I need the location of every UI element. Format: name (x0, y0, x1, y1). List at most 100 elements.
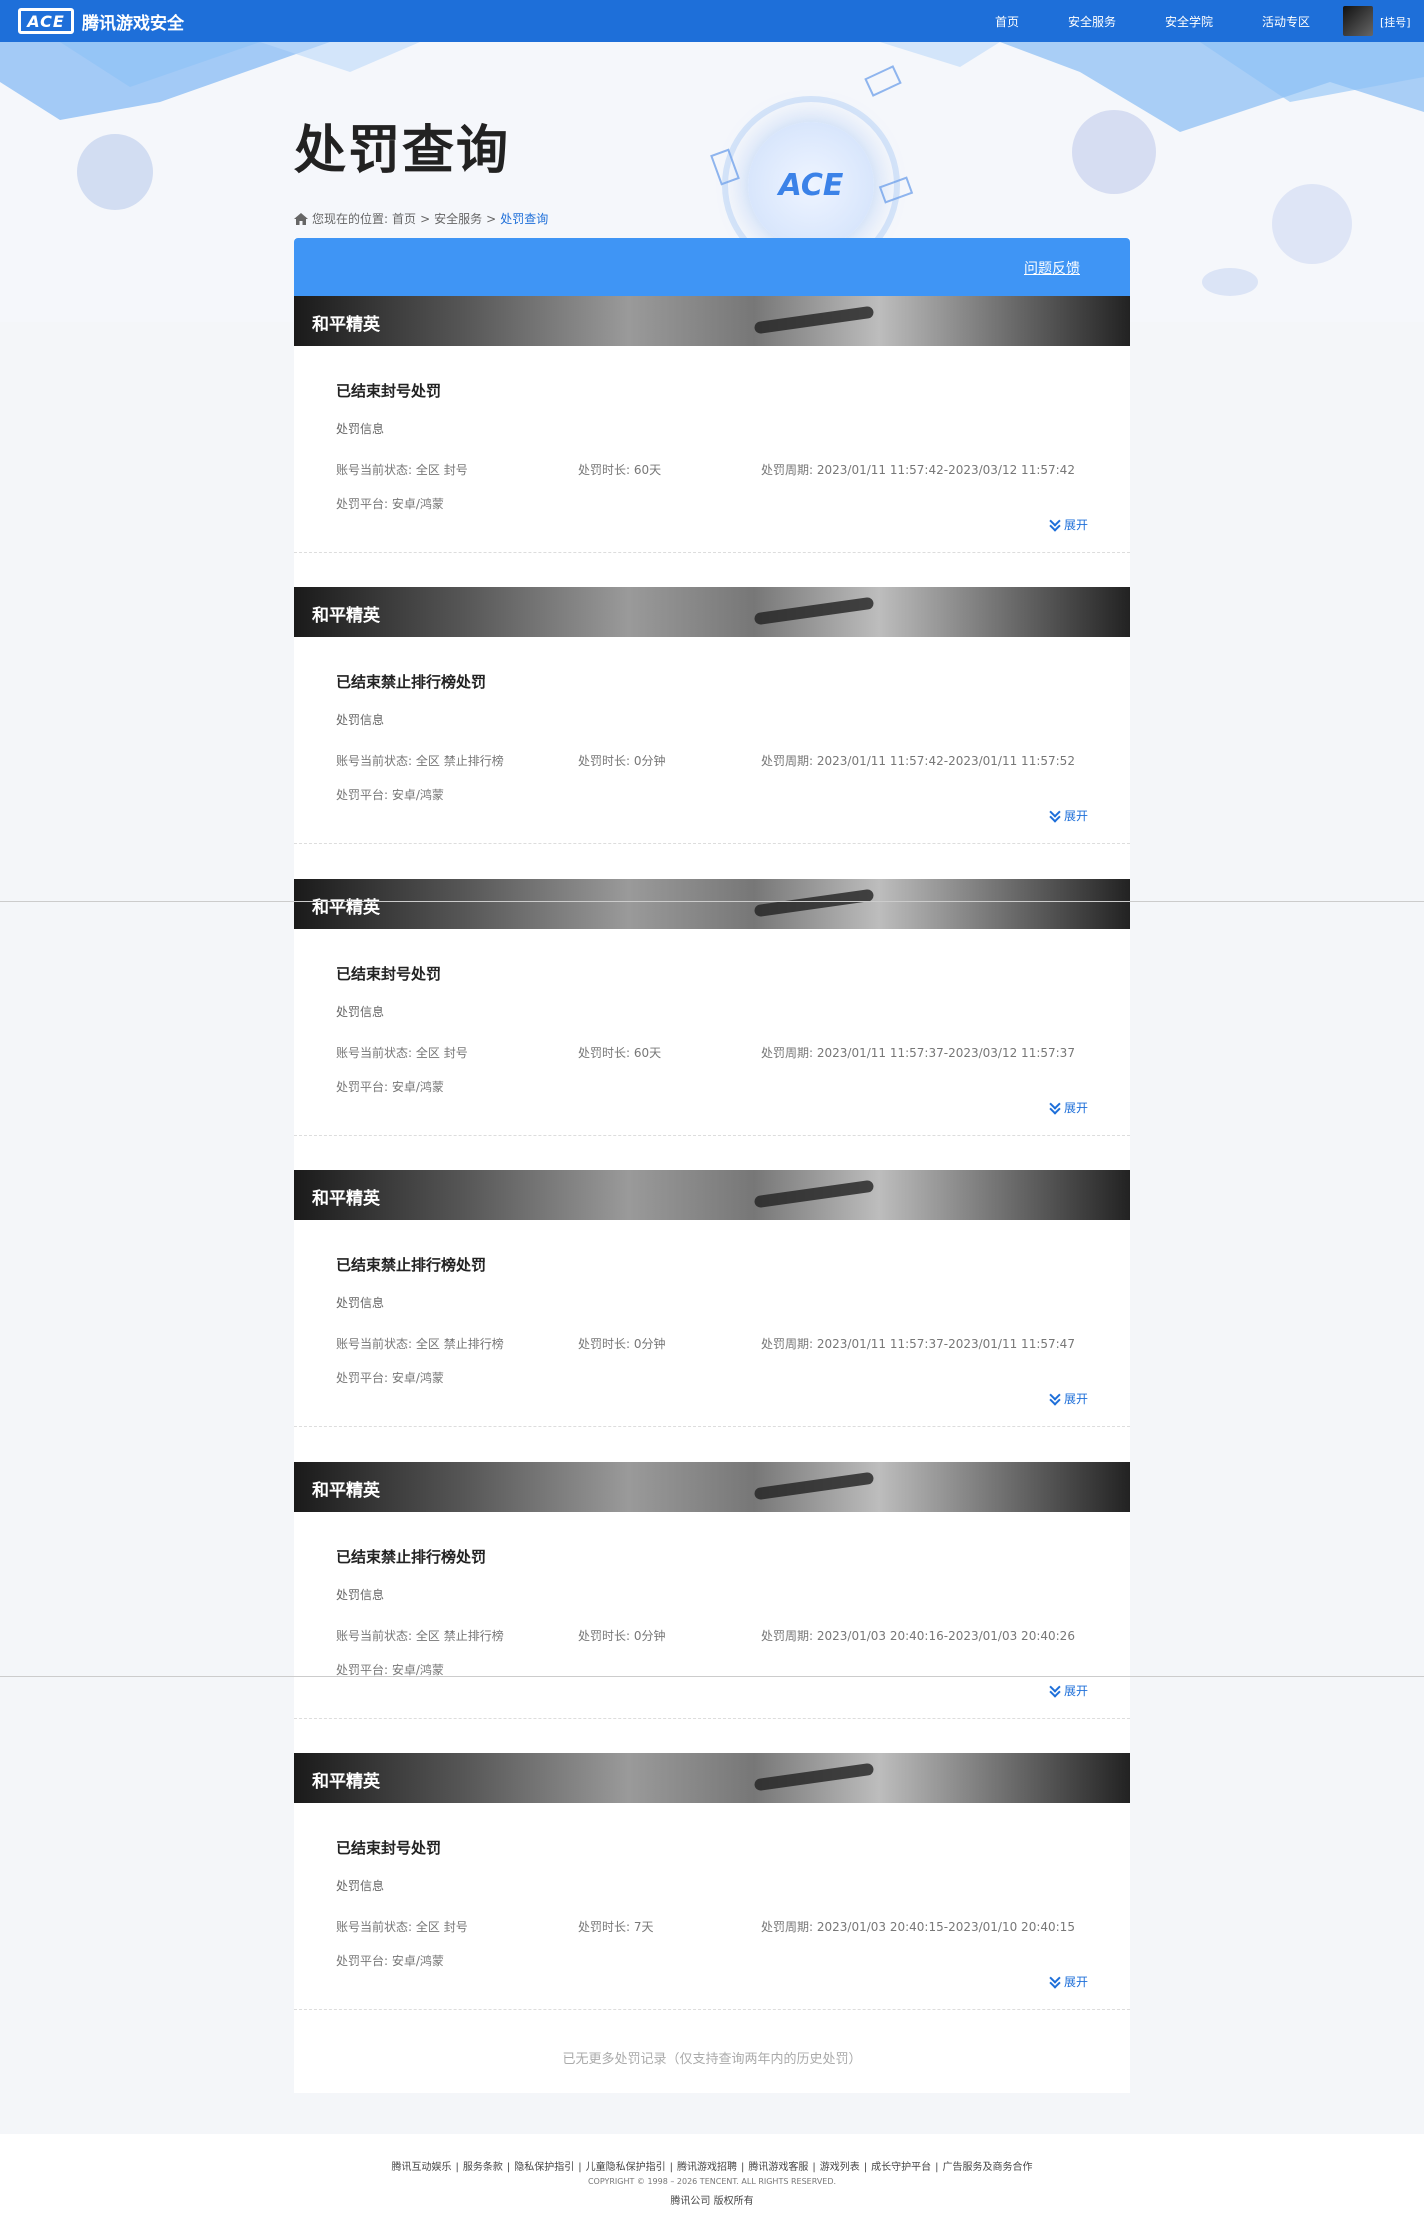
penalty-subtitle: 处罚信息 (336, 422, 385, 436)
chevron-down-icon (1050, 1686, 1060, 1696)
ace-logo-icon: ACE (18, 8, 74, 34)
duration-label: 处罚时长: (578, 1920, 631, 1934)
card-divider (294, 1426, 1130, 1427)
expand-button[interactable]: 展开 (1050, 516, 1088, 533)
footer-link[interactable]: 儿童隐私保护指引 (586, 2162, 666, 2173)
status-row: 账号当前状态: 全区 封号 (336, 1044, 468, 1061)
breadcrumb-service[interactable]: 安全服务 (434, 210, 482, 227)
page-seam-line (0, 1676, 1424, 1677)
duration-row: 处罚时长: 7天 (578, 1918, 654, 1935)
expand-button[interactable]: 展开 (1050, 1390, 1088, 1407)
period-value: 2023/01/11 11:57:42-2023/03/12 11:57:42 (816, 463, 1075, 477)
footer-link[interactable]: 腾讯互动娱乐 (392, 2162, 452, 2173)
brand-logo[interactable]: ACE 腾讯游戏安全 (18, 7, 184, 35)
footer-link[interactable]: 腾讯游戏客服 (748, 2162, 808, 2173)
expand-button[interactable]: 展开 (1050, 807, 1088, 824)
expand-button[interactable]: 展开 (1050, 1973, 1088, 1990)
game-banner: 和平精英 (294, 879, 1130, 929)
chevron-down-icon (1050, 1103, 1060, 1113)
expand-label: 展开 (1063, 1684, 1088, 1698)
game-banner: 和平精英 (294, 296, 1130, 346)
footer-copyright: COPYRIGHT © 1998 – 2026 TENCENT. ALL RIG… (587, 2177, 837, 2186)
nav-item-events[interactable]: 活动专区 (1262, 13, 1310, 30)
footer-link[interactable]: 腾讯游戏招聘 (677, 2162, 737, 2173)
breadcrumb-home[interactable]: 首页 (392, 210, 416, 227)
period-value: 2023/01/03 20:40:16-2023/01/03 20:40:26 (816, 1629, 1075, 1643)
panel-header: 问题反馈 (294, 238, 1130, 296)
chevron-down-icon (1050, 1977, 1060, 1987)
status-label: 账号当前状态: (336, 463, 413, 477)
period-label: 处罚周期: (761, 463, 814, 477)
status-value: 全区 禁止排行榜 (415, 1337, 504, 1351)
penalty-title: 已结束封号处罚 (336, 965, 442, 983)
duration-row: 处罚时长: 60天 (578, 461, 661, 478)
chevron-down-icon (1050, 811, 1060, 821)
top-nav-bar: ACE 腾讯游戏安全 首页 安全服务 安全学院 活动专区 [挂号] (0, 0, 1424, 42)
footer-link-separator: | (741, 2162, 745, 2173)
expand-button[interactable]: 展开 (1050, 1682, 1088, 1699)
status-row: 账号当前状态: 全区 禁止排行榜 (336, 752, 504, 769)
duration-label: 处罚时长: (578, 754, 631, 768)
duration-row: 处罚时长: 0分钟 (578, 1335, 666, 1352)
penalty-title: 已结束封号处罚 (336, 382, 442, 400)
expand-label: 展开 (1063, 1101, 1088, 1115)
feedback-link[interactable]: 问题反馈 (1024, 258, 1080, 278)
card-divider (294, 2009, 1130, 2010)
status-value: 全区 禁止排行榜 (415, 754, 504, 768)
period-value: 2023/01/03 20:40:15-2023/01/10 20:40:15 (816, 1920, 1075, 1934)
penalty-subtitle: 处罚信息 (336, 1296, 385, 1310)
status-row: 账号当前状态: 全区 封号 (336, 461, 468, 478)
platform-row: 处罚平台: 安卓/鸿蒙 (336, 495, 444, 512)
duration-label: 处罚时长: (578, 463, 631, 477)
platform-value: 安卓/鸿蒙 (391, 1080, 444, 1094)
platform-value: 安卓/鸿蒙 (391, 1663, 444, 1677)
penalty-panel: 问题反馈 和平精英 已结束封号处罚 处罚信息 账号当前状态: 全区 封号 处罚时… (294, 238, 1130, 2093)
footer-link-separator: | (935, 2162, 939, 2173)
platform-label: 处罚平台: (336, 1371, 389, 1385)
status-value: 全区 禁止排行榜 (415, 1629, 504, 1643)
duration-row: 处罚时长: 0分钟 (578, 752, 666, 769)
nav-item-security-service[interactable]: 安全服务 (1068, 13, 1116, 30)
footer-link[interactable]: 隐私保护指引 (514, 2162, 574, 2173)
duration-label: 处罚时长: (578, 1629, 631, 1643)
platform-value: 安卓/鸿蒙 (391, 788, 444, 802)
game-banner: 和平精英 (294, 587, 1130, 637)
footer-link-separator: | (812, 2162, 816, 2173)
period-row: 处罚周期: 2023/01/03 20:40:15-2023/01/10 20:… (761, 1918, 1075, 1935)
platform-row: 处罚平台: 安卓/鸿蒙 (336, 786, 444, 803)
duration-row: 处罚时长: 60天 (578, 1044, 661, 1061)
footer-link[interactable]: 成长守护平台 (871, 2162, 931, 2173)
chevron-down-icon (1050, 520, 1060, 530)
expand-label: 展开 (1063, 518, 1088, 532)
footer-link[interactable]: 游戏列表 (820, 2162, 860, 2173)
period-label: 处罚周期: (761, 1337, 814, 1351)
user-avatar[interactable] (1343, 6, 1373, 36)
game-name: 和平精英 (312, 315, 380, 335)
nav-item-security-academy[interactable]: 安全学院 (1165, 13, 1213, 30)
nav-item-home[interactable]: 首页 (995, 13, 1019, 30)
status-row: 账号当前状态: 全区 禁止排行榜 (336, 1627, 504, 1644)
expand-label: 展开 (1063, 1975, 1088, 1989)
status-value: 全区 封号 (415, 463, 468, 477)
footer-link-separator: | (506, 2162, 511, 2173)
brand-name: 腾讯游戏安全 (82, 13, 184, 34)
platform-value: 安卓/鸿蒙 (391, 1954, 444, 1968)
penalty-subtitle: 处罚信息 (336, 1005, 385, 1019)
footer-link[interactable]: 广告服务及商务合作 (943, 2162, 1033, 2173)
game-name: 和平精英 (312, 898, 380, 918)
penalty-title: 已结束禁止排行榜处罚 (336, 673, 487, 691)
duration-row: 处罚时长: 0分钟 (578, 1627, 666, 1644)
expand-label: 展开 (1063, 809, 1088, 823)
period-value: 2023/01/11 11:57:37-2023/01/11 11:57:47 (816, 1337, 1075, 1351)
period-label: 处罚周期: (761, 1629, 814, 1643)
footer: 腾讯互动娱乐 | 服务条款 | 隐私保护指引 | 儿童隐私保护指引 | 腾讯游戏招聘 | 腾讯游戏客… (0, 2134, 1424, 2233)
breadcrumb-prefix: 您现在的位置: (312, 212, 389, 226)
breadcrumb-current: 处罚查询 (500, 212, 549, 226)
expand-button[interactable]: 展开 (1050, 1099, 1088, 1116)
username[interactable]: [挂号] (1380, 14, 1411, 30)
penalty-card: 和平精英 已结束禁止排行榜处罚 处罚信息 账号当前状态: 全区 禁止排行榜 处罚… (294, 587, 1130, 879)
footer-link[interactable]: 服务条款 (463, 2162, 503, 2173)
platform-label: 处罚平台: (336, 497, 389, 511)
platform-label: 处罚平台: (336, 788, 389, 802)
ace-emblem-icon: ACE (748, 122, 874, 248)
